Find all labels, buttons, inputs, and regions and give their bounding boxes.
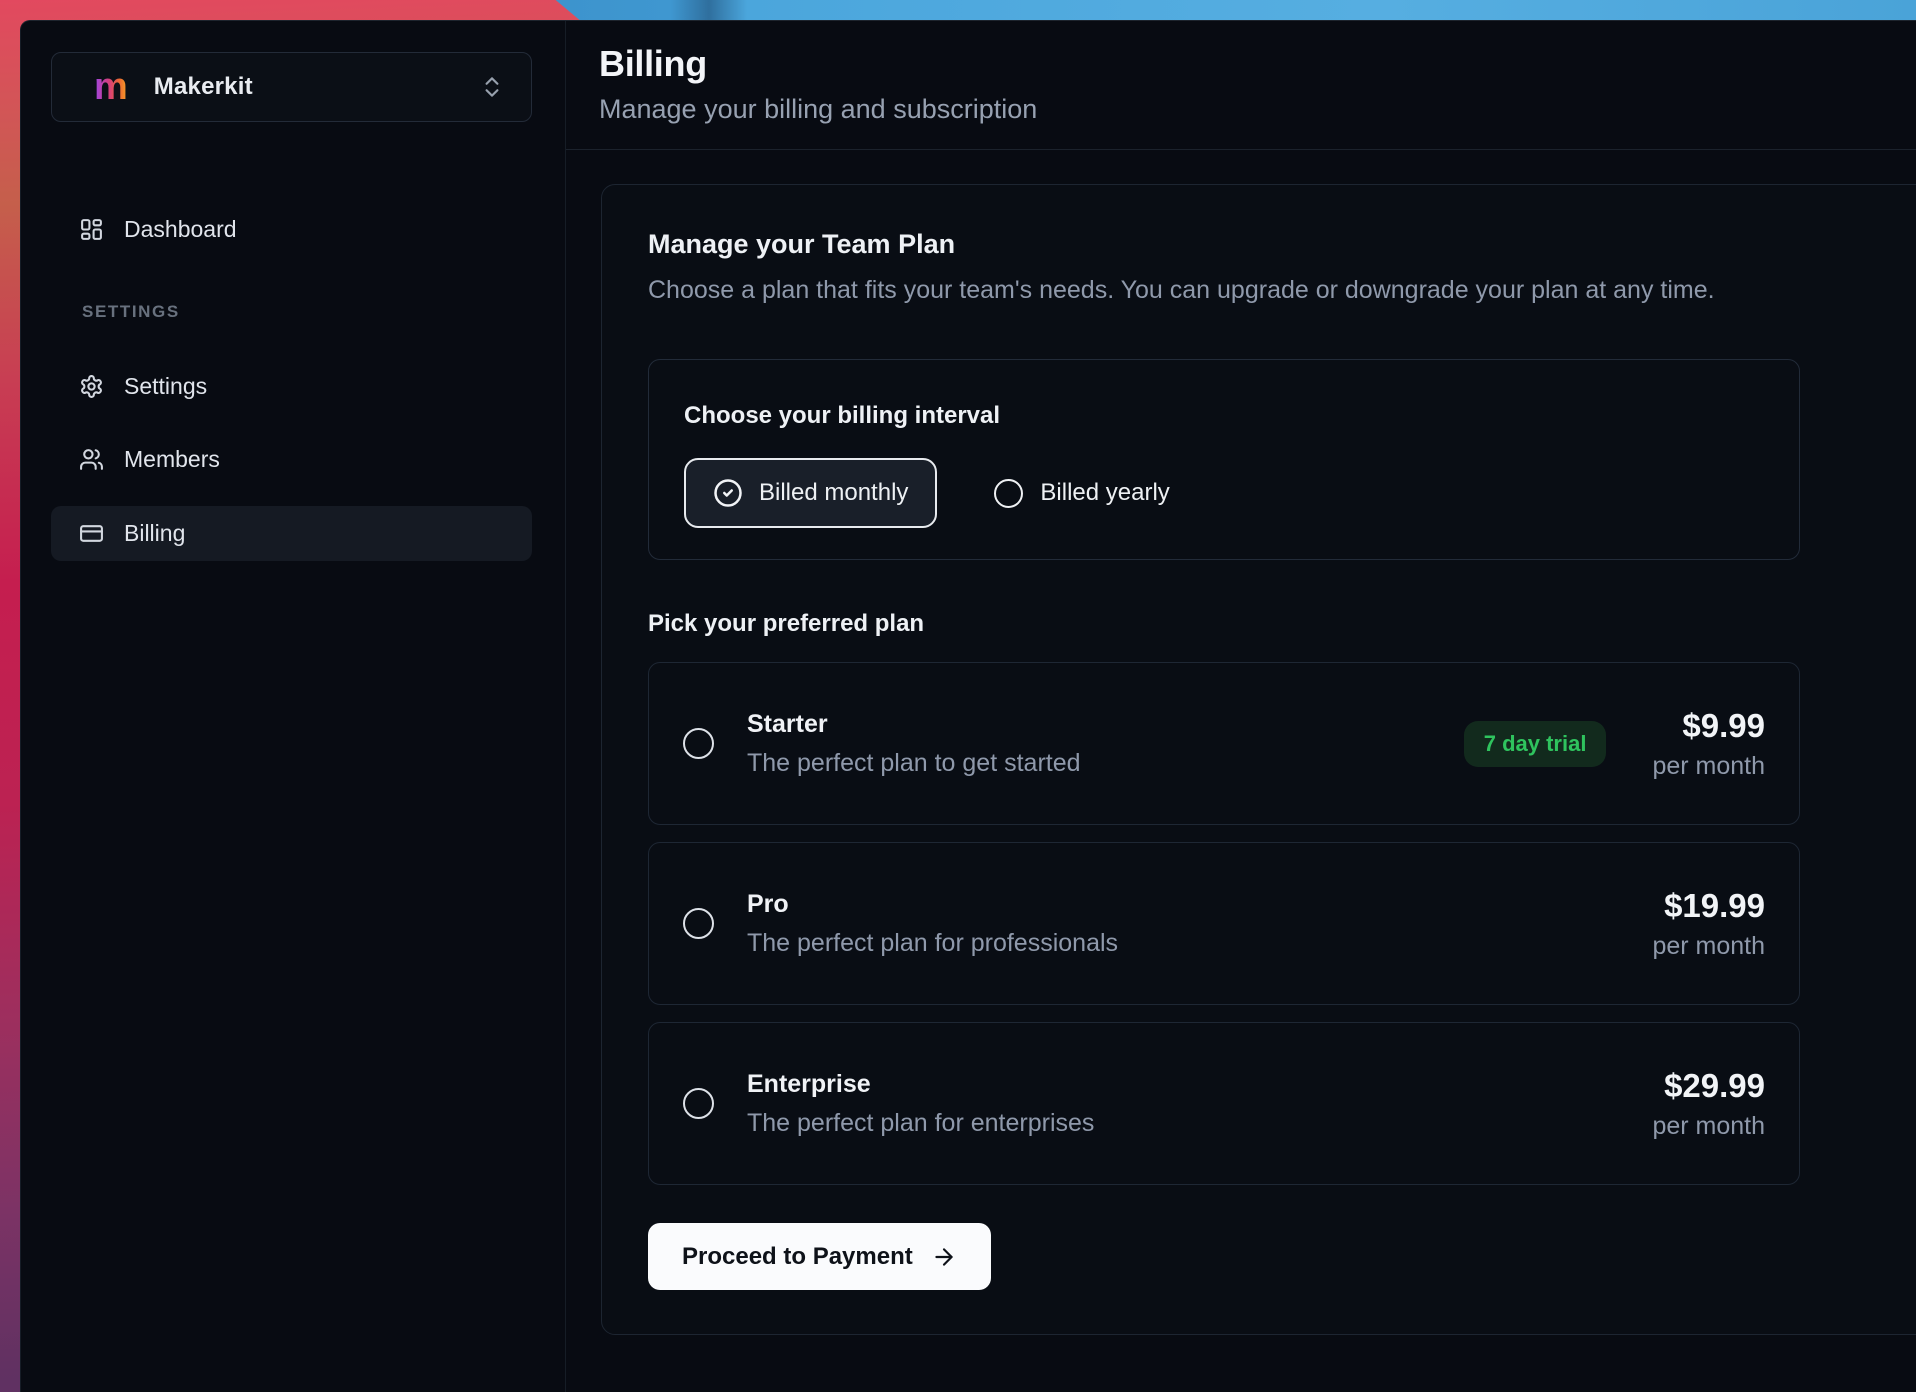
chevrons-up-down-icon — [479, 74, 505, 100]
sidebar-section-label: SETTINGS — [82, 302, 532, 322]
plan-period: per month — [1652, 932, 1765, 961]
sidebar-item-settings[interactable]: Settings — [51, 360, 532, 412]
circle-check-icon — [713, 478, 743, 508]
workspace-name: Makerkit — [154, 73, 253, 101]
price-column: $29.99 per month — [1652, 1067, 1765, 1141]
plan-text: Enterprise The perfect plan for enterpri… — [747, 1070, 1094, 1138]
sidebar-item-label: Billing — [124, 520, 185, 547]
plan-description: The perfect plan for professionals — [747, 929, 1118, 958]
plan-row-starter[interactable]: Starter The perfect plan to get started … — [648, 662, 1800, 825]
plan-description: The perfect plan to get started — [747, 749, 1081, 778]
team-plan-card: Manage your Team Plan Choose a plan that… — [601, 184, 1916, 1335]
main-content: Billing Manage your billing and subscrip… — [566, 21, 1916, 1392]
plan-row-enterprise[interactable]: Enterprise The perfect plan for enterpri… — [648, 1022, 1800, 1185]
users-icon — [79, 447, 104, 472]
page-title: Billing — [599, 43, 1916, 85]
plan-name: Enterprise — [747, 1070, 1094, 1099]
sidebar-settings-group: Settings Members Billing — [51, 360, 532, 561]
plan-price: $9.99 — [1652, 707, 1765, 745]
radio-circle-icon[interactable] — [683, 728, 714, 759]
dashboard-icon — [79, 217, 104, 242]
interval-option-yearly[interactable]: Billed yearly — [994, 479, 1169, 508]
price-column: $9.99 per month — [1652, 707, 1765, 781]
plan-right: $29.99 per month — [1652, 1067, 1765, 1141]
billing-interval-label: Choose your billing interval — [684, 402, 1764, 430]
gear-icon — [79, 374, 104, 399]
plan-row-pro[interactable]: Pro The perfect plan for professionals $… — [648, 842, 1800, 1005]
plan-text: Pro The perfect plan for professionals — [747, 890, 1118, 958]
app-surface: m Makerkit Dashboard SETTINGS Settings — [20, 20, 1916, 1392]
card-title: Manage your Team Plan — [648, 229, 1916, 260]
sidebar-item-label: Dashboard — [124, 216, 237, 243]
interval-yearly-label: Billed yearly — [1040, 479, 1169, 507]
plan-name: Starter — [747, 710, 1081, 739]
radio-circle-icon — [994, 479, 1023, 508]
proceed-button-label: Proceed to Payment — [682, 1243, 913, 1271]
arrow-right-icon — [931, 1244, 957, 1270]
plan-period: per month — [1652, 752, 1765, 781]
page-header: Billing Manage your billing and subscrip… — [566, 21, 1916, 150]
plan-right: 7 day trial $9.99 per month — [1464, 707, 1765, 781]
card-description: Choose a plan that fits your team's need… — [648, 276, 1916, 305]
sidebar-item-members[interactable]: Members — [51, 433, 532, 485]
sidebar-item-billing[interactable]: Billing — [51, 506, 532, 561]
workspace-switcher[interactable]: m Makerkit — [51, 52, 532, 122]
plan-price: $19.99 — [1652, 887, 1765, 925]
sidebar-item-label: Members — [124, 446, 220, 473]
billing-interval-group: Choose your billing interval Billed mont… — [648, 359, 1800, 560]
interval-option-monthly[interactable]: Billed monthly — [684, 458, 937, 528]
sidebar-nav: Dashboard SETTINGS Settings Members — [51, 203, 532, 561]
radio-circle-icon[interactable] — [683, 1088, 714, 1119]
sidebar: m Makerkit Dashboard SETTINGS Settings — [21, 21, 566, 1392]
plan-price: $29.99 — [1652, 1067, 1765, 1105]
plan-text: Starter The perfect plan to get started — [747, 710, 1081, 778]
page-subtitle: Manage your billing and subscription — [599, 94, 1916, 125]
sidebar-item-label: Settings — [124, 373, 207, 400]
credit-card-icon — [79, 521, 104, 546]
trial-badge: 7 day trial — [1464, 721, 1607, 767]
sidebar-item-dashboard[interactable]: Dashboard — [51, 203, 532, 255]
interval-monthly-label: Billed monthly — [759, 479, 908, 507]
proceed-to-payment-button[interactable]: Proceed to Payment — [648, 1223, 991, 1290]
radio-circle-icon[interactable] — [683, 908, 714, 939]
plan-description: The perfect plan for enterprises — [747, 1109, 1094, 1138]
price-column: $19.99 per month — [1652, 887, 1765, 961]
pick-plan-label: Pick your preferred plan — [648, 610, 1916, 638]
plan-name: Pro — [747, 890, 1118, 919]
plan-period: per month — [1652, 1112, 1765, 1141]
billing-interval-options: Billed monthly Billed yearly — [684, 458, 1764, 528]
plan-right: $19.99 per month — [1652, 887, 1765, 961]
makerkit-logo: m — [94, 68, 128, 106]
